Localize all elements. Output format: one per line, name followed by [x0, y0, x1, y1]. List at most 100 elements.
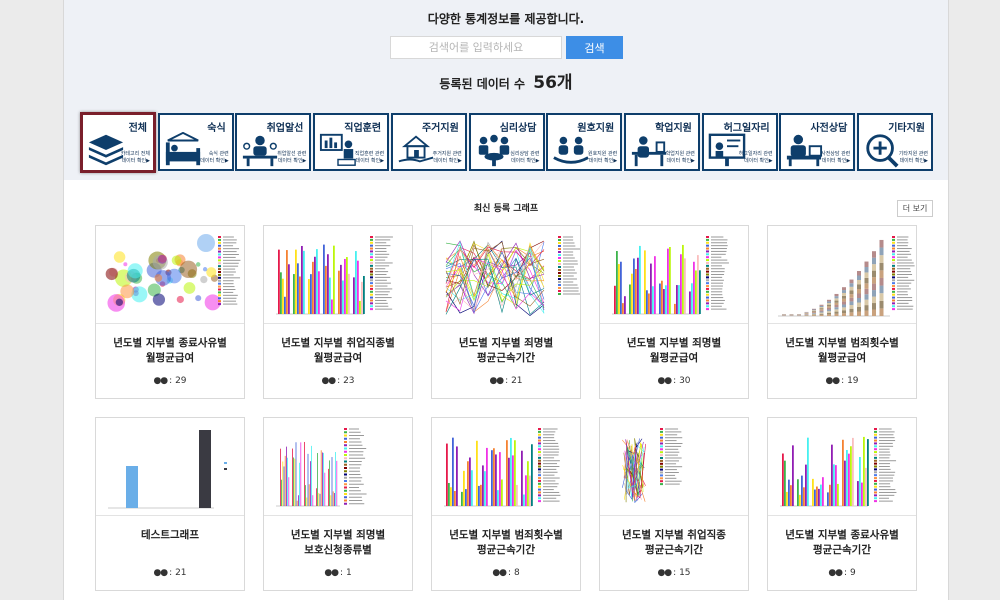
graph-thumbnail[interactable] [264, 226, 412, 324]
legend-swatch [558, 287, 561, 289]
graph-title[interactable]: 년도별 지부별 범죄횟수별 평균근속기간 [436, 528, 576, 558]
legend-text [711, 282, 724, 284]
legend-text [223, 239, 237, 241]
category-tile[interactable]: 사전상담 사전상담 관련 데이터 확인▶ [779, 113, 856, 171]
graph-card[interactable]: 테스트그래프 ●●: 21 [95, 417, 245, 591]
legend-swatch [706, 273, 709, 276]
graph-thumbnail[interactable] [96, 226, 244, 324]
graph-card[interactable]: 년도별 지부별 죄명별 보호신청종류별 ●●: 1 [263, 417, 413, 591]
graph-thumbnail[interactable] [432, 418, 580, 516]
bar-mark [629, 284, 631, 314]
graph-title[interactable]: 년도별 지부별 취업직종 평균근속기간 [604, 528, 744, 558]
legend-swatch [344, 441, 347, 443]
legend-swatch [892, 305, 895, 308]
legend-text [711, 291, 723, 293]
legend-text [879, 494, 895, 496]
bar-mark [300, 442, 302, 506]
graph-thumbnail[interactable] [600, 226, 748, 324]
legend-text [711, 285, 723, 287]
legend-text [879, 448, 890, 450]
legend-text [897, 248, 912, 250]
category-tile[interactable]: 허그일자리 허그일자리 관련 데이터 확인▶ [701, 113, 778, 171]
legend-text [375, 276, 391, 278]
legend-swatch [344, 447, 347, 450]
legend-text [375, 253, 390, 255]
bar-mark [620, 261, 622, 314]
category-tile[interactable]: 주거지원 주거지원 관련 데이터 확인▶ [390, 113, 467, 171]
graph-thumbnail[interactable] [768, 226, 916, 324]
graph-card[interactable]: 년도별 지부별 범죄횟수별 월평균급여 ●●: 19 [767, 225, 917, 399]
graph-card[interactable]: 년도별 지부별 죄명별 월평균급여 ●●: 30 [599, 225, 749, 399]
graph-card[interactable]: 년도별 지부별 취업직종 평균근속기간 ●●: 15 [599, 417, 749, 591]
more-button[interactable]: 더 보기 [897, 200, 933, 217]
graph-thumbnail[interactable] [768, 418, 916, 516]
bar-mark [682, 244, 684, 314]
data-count: 등록된 데이터 수 56개 [64, 68, 948, 93]
legend-text [897, 276, 909, 278]
graph-title[interactable]: 년도별 지부별 죄명별 보호신청종류별 [268, 528, 408, 558]
legend-text [223, 251, 237, 253]
legend-text [563, 239, 574, 241]
legend-text [223, 254, 239, 255]
legend-text [665, 474, 676, 476]
graph-title[interactable]: 년도별 지부별 죄명별 월평균급여 [604, 336, 744, 366]
bar-segment [872, 303, 876, 310]
category-sublabel: 학업지원 관련 데이터 확인▶ [665, 151, 695, 164]
graph-card[interactable]: 년도별 지부별 취업직종별 월평균급여 ●●: 23 [263, 225, 413, 399]
graph-card[interactable]: 년도별 지부별 종료사유별 월평균급여 ●●: 29 [95, 225, 245, 399]
eyes-icon: ●● [825, 376, 840, 386]
bar-segment [857, 280, 861, 285]
bar-mark [499, 452, 501, 506]
graph-title[interactable]: 년도별 지부별 범죄횟수별 월평균급여 [772, 336, 912, 366]
category-tile[interactable]: 숙식 숙식 관련 데이터 확인▶ [157, 113, 234, 171]
legend-text [897, 302, 909, 304]
bar-mark [450, 487, 452, 506]
category-tile[interactable]: 직업훈련 직업훈련 관련 데이터 확인▶ [313, 113, 390, 171]
bar-mark [510, 437, 512, 506]
legend-text [879, 454, 891, 456]
category-tile[interactable]: 취업알선 취업알선 관련 데이터 확인▶ [235, 113, 312, 171]
legend-swatch [344, 467, 347, 469]
graph-title[interactable]: 년도별 지부별 종료사유별 월평균급여 [100, 336, 240, 366]
graph-title[interactable]: 년도별 지부별 종료사유별 평균근속기간 [772, 528, 912, 558]
legend-text [897, 288, 911, 290]
legend-text [897, 299, 913, 301]
bar-mark [531, 444, 533, 506]
legend-swatch [218, 250, 221, 253]
graph-title[interactable]: 테스트그래프 [100, 528, 240, 543]
category-tile[interactable]: 기타지원 기타지원 관련 데이터 확인▶ [857, 113, 933, 171]
graph-thumbnail[interactable] [432, 226, 580, 324]
graph-thumbnail[interactable] [600, 418, 748, 516]
legend-swatch [558, 266, 561, 268]
legend-text [665, 477, 677, 479]
graph-title[interactable]: 년도별 지부별 취업직종별 월평균급여 [268, 336, 408, 366]
legend-text [543, 468, 557, 470]
category-tile[interactable]: 심리상담 심리상담 관련 데이터 확인▶ [468, 113, 545, 171]
bar-mark [331, 299, 333, 314]
category-tile[interactable]: 학업지원 학업지원 관련 데이터 확인▶ [623, 113, 700, 171]
graph-thumbnail[interactable] [264, 418, 412, 516]
legend-text [711, 253, 726, 255]
graph-card[interactable]: 년도별 지부별 종료사유별 평균근속기간 ●●: 9 [767, 417, 917, 591]
category-tile[interactable]: 전체 카테고리 전체 데이터 확인▶ [80, 112, 156, 173]
bar-mark [659, 283, 661, 314]
graph-card[interactable]: 년도별 지부별 죄명별 평균근속기간 ●●: 21 [431, 225, 581, 399]
category-tile[interactable]: 원호지원 원호지원 관련 데이터 확인▶ [546, 113, 623, 171]
legend-swatch [370, 250, 373, 253]
plus-search-icon [866, 134, 899, 168]
bubble-mark [171, 255, 182, 266]
search-button[interactable]: 검색 [566, 36, 623, 59]
graph-thumbnail[interactable] [96, 418, 244, 516]
legend-text [711, 276, 723, 278]
legend-swatch [706, 267, 709, 270]
legend-swatch [538, 445, 541, 448]
graph-title[interactable]: 년도별 지부별 죄명별 평균근속기간 [436, 336, 576, 366]
legend-swatch [218, 294, 221, 297]
graph-card[interactable]: 년도별 지부별 범죄횟수별 평균근속기간 ●●: 8 [431, 417, 581, 591]
bar-mark [784, 460, 786, 506]
search-input[interactable] [390, 36, 562, 59]
bar-segment [857, 293, 861, 298]
legend-text [711, 236, 724, 238]
bar-segment [819, 312, 824, 314]
bar-mark [631, 273, 633, 314]
